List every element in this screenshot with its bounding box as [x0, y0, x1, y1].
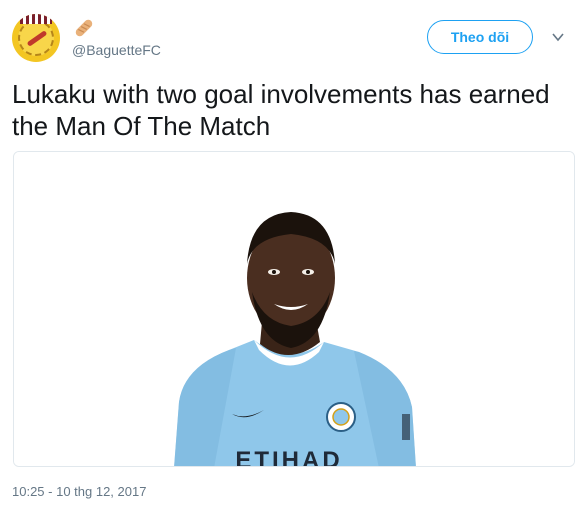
- chevron-down-icon[interactable]: [551, 30, 565, 44]
- user-handle[interactable]: @BaguetteFC: [72, 42, 161, 58]
- tweet-media-image[interactable]: ETIHAD: [13, 151, 575, 467]
- player-photo: ETIHAD: [14, 152, 574, 467]
- follow-button[interactable]: Theo dõi: [427, 20, 533, 54]
- tweet-text: Lukaku with two goal involvements has ea…: [12, 79, 550, 141]
- shirt-sponsor-text: ETIHAD: [235, 447, 342, 467]
- avatar[interactable]: [12, 14, 60, 62]
- baguette-emoji-icon: [75, 19, 93, 37]
- avatar-stripes: [20, 14, 52, 24]
- tweet-timestamp[interactable]: 10:25 - 10 thg 12, 2017: [12, 484, 146, 499]
- tweet-header: @BaguetteFC Theo dõi: [12, 14, 571, 70]
